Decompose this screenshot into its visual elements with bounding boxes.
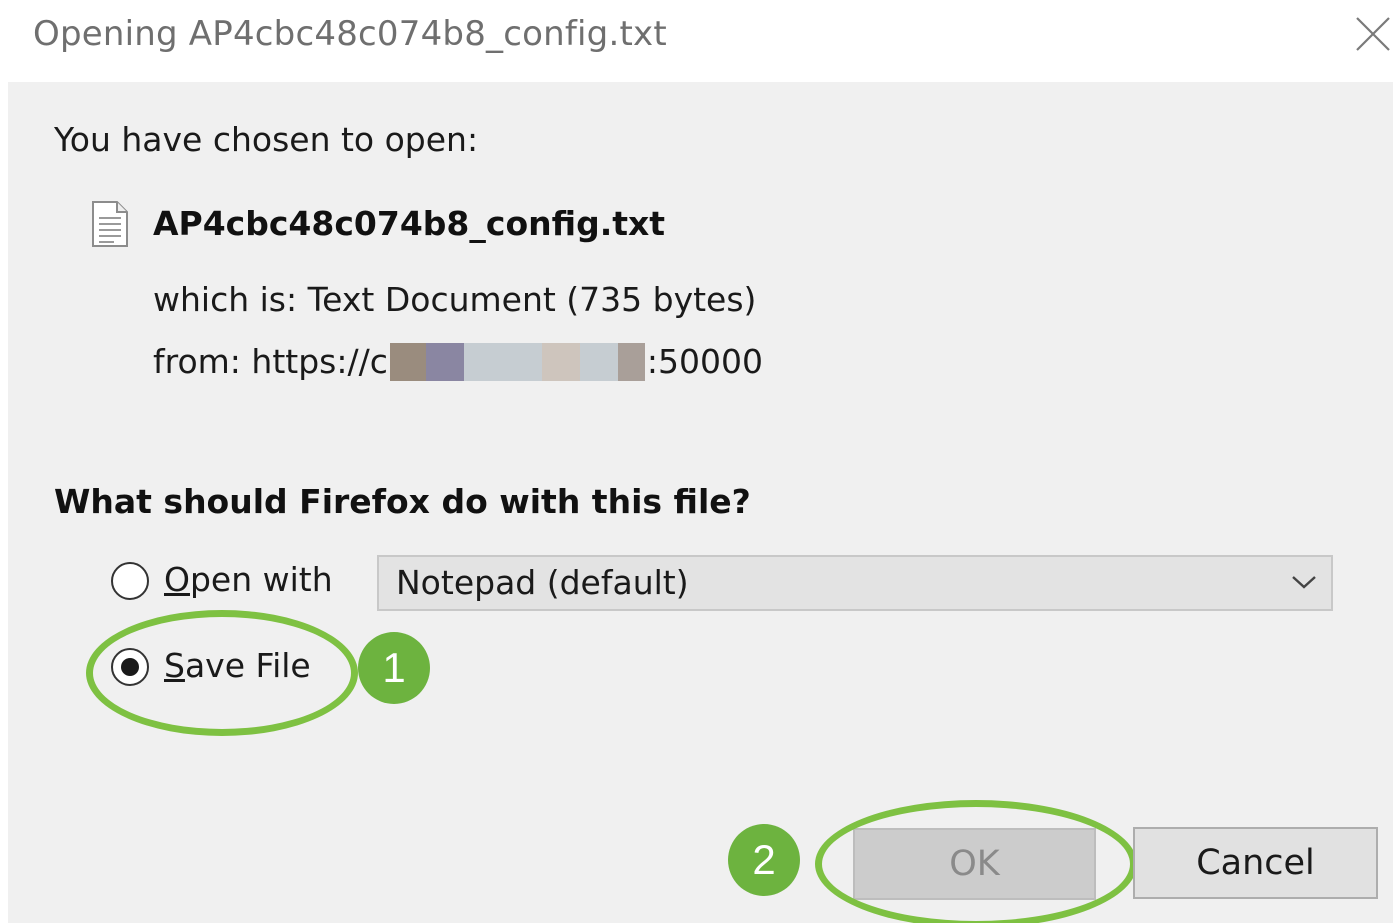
selected-app: Notepad (default) xyxy=(396,563,689,602)
which-is-label: which is: xyxy=(153,280,298,319)
cancel-button[interactable]: Cancel xyxy=(1133,827,1378,899)
save-file-radio[interactable] xyxy=(111,648,149,686)
radio-selected-dot xyxy=(121,658,139,676)
dialog-title: Opening AP4cbc48c074b8_config.txt xyxy=(33,14,667,54)
ok-button[interactable]: OK xyxy=(853,828,1096,900)
action-question: What should Firefox do with this file? xyxy=(54,482,751,521)
from-url-start: https://c xyxy=(251,342,388,381)
dialog-body: You have chosen to open: AP4cbc48c074b8_… xyxy=(8,82,1393,923)
file-name: AP4cbc48c074b8_config.txt xyxy=(153,204,666,243)
step-badge-2: 2 xyxy=(728,824,800,896)
file-source-line: from: https://c :50000 xyxy=(153,340,763,381)
open-with-label[interactable]: Open with xyxy=(164,560,333,599)
save-file-label[interactable]: Save File xyxy=(164,646,311,685)
file-type-line: which is: Text Document (735 bytes) xyxy=(153,280,756,319)
chosen-to-open-label: You have chosen to open: xyxy=(54,120,479,159)
file-type-size: Text Document (735 bytes) xyxy=(307,280,757,319)
close-icon[interactable] xyxy=(1353,14,1393,54)
text-file-icon xyxy=(90,200,130,248)
from-label: from: xyxy=(153,342,241,381)
chevron-down-icon xyxy=(1291,571,1317,593)
redacted-host xyxy=(389,342,645,381)
open-with-radio[interactable] xyxy=(111,562,149,600)
download-dialog: Opening AP4cbc48c074b8_config.txt You ha… xyxy=(0,0,1393,923)
step-badge-1: 1 xyxy=(358,632,430,704)
from-url-port: :50000 xyxy=(646,342,763,381)
open-with-app-select[interactable]: Notepad (default) xyxy=(377,555,1333,611)
title-bar: Opening AP4cbc48c074b8_config.txt xyxy=(0,0,1393,82)
